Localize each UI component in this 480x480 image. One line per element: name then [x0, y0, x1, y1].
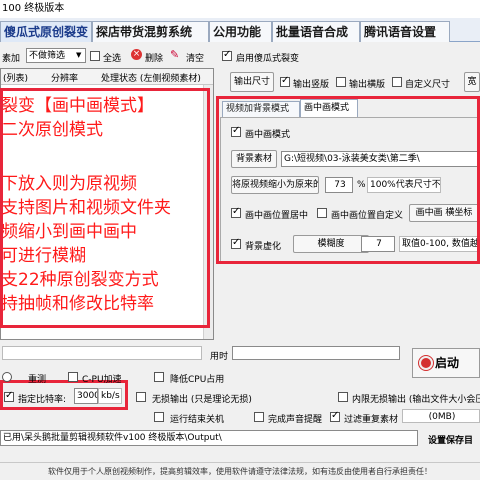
- sound-label: 完成声音提醒: [268, 415, 323, 425]
- set-path-label[interactable]: 设置保存目: [428, 433, 473, 446]
- bitrate-checkbox[interactable]: [4, 390, 14, 402]
- gpu-checkbox[interactable]: [68, 372, 78, 382]
- lower-cpu-label: 降低CPU占用: [170, 375, 225, 385]
- output-size-button[interactable]: 输出尺寸: [230, 72, 274, 92]
- bitrate-input[interactable]: 3000: [74, 388, 98, 404]
- sound-checkbox[interactable]: [254, 412, 264, 422]
- select-all-label: 全选: [103, 54, 122, 64]
- shutdown-label: 运行结束关机: [170, 415, 225, 425]
- inner-lossless-label: 内限无损输出 (输出文件大小会压缩: [352, 395, 480, 405]
- skip-size: (0MB): [402, 409, 480, 423]
- chevron-down-icon[interactable]: ▼: [76, 51, 81, 59]
- start-button[interactable]: 启动: [412, 348, 480, 378]
- col-resolution[interactable]: 分辨率: [51, 72, 78, 87]
- list-header: (列表) 分辨率 处理状态 (左侧视频素材): [1, 69, 213, 85]
- progress-bar: [2, 346, 202, 360]
- record-icon: [419, 356, 433, 370]
- lossless-checkbox[interactable]: [136, 392, 146, 402]
- bitrate-unit: kb/s: [98, 388, 122, 404]
- bitrate-label: 指定比特率:: [18, 395, 67, 405]
- highlight-box-right: [216, 96, 480, 264]
- gpu-label: C-PU加速: [82, 375, 122, 385]
- tab-batch-tts[interactable]: 批量语音合成: [272, 21, 360, 42]
- lossless-label: 无损输出 (只是理论无损): [152, 395, 252, 405]
- landscape-label: 输出横版: [349, 80, 386, 90]
- tab-tencent-tts[interactable]: 腾讯语音设置: [360, 21, 450, 42]
- main-tabbar: 傻瓜式原创裂变 探店带货混剪系统 公用功能 批量语音合成 腾讯语音设置: [0, 18, 480, 42]
- highlight-box-left: [0, 88, 210, 328]
- portrait-label: 输出竖版: [293, 80, 330, 90]
- tab-fool-fission[interactable]: 傻瓜式原创裂变: [0, 21, 92, 42]
- shutdown-checkbox[interactable]: [154, 412, 164, 422]
- select-all-checkbox[interactable]: [90, 51, 100, 61]
- clear-label[interactable]: 清空: [186, 51, 204, 64]
- toolbar: 素加 不做筛选 ▼ 全选 × 删除 ✎ 清空 启用傻瓜式裂变: [0, 44, 480, 68]
- landscape-checkbox[interactable]: [336, 77, 346, 87]
- footer-disclaimer: 软件仅用于个人原创视频制作，提高剪辑效率，使用软件请遵守法律法规，如有违反由使用…: [0, 462, 480, 480]
- lower-cpu-checkbox[interactable]: [154, 372, 164, 382]
- custom-size-label: 自定义尺寸: [405, 80, 451, 90]
- col-list[interactable]: (列表): [3, 72, 28, 87]
- inner-lossless-checkbox[interactable]: [338, 392, 348, 402]
- tab-store-mix[interactable]: 探店带货混剪系统: [92, 21, 209, 42]
- detect-icon[interactable]: [2, 372, 12, 382]
- time-field: [232, 346, 400, 360]
- col-status[interactable]: 处理状态 (左侧视频素材): [101, 72, 201, 87]
- output-path-input[interactable]: 已用\呆头鹅批量剪辑视频软件v100 终极版本\Output\: [0, 430, 418, 446]
- broom-icon[interactable]: ✎: [170, 48, 179, 61]
- enable-fission-checkbox[interactable]: [222, 49, 232, 61]
- delete-icon[interactable]: ×: [131, 49, 142, 60]
- tab-common[interactable]: 公用功能: [209, 21, 272, 42]
- skip-duplicate-checkbox[interactable]: [330, 410, 340, 422]
- delete-label[interactable]: 删除: [145, 51, 163, 64]
- window-title: 100 终极版本: [0, 0, 480, 18]
- add-material-label[interactable]: 素加: [2, 51, 20, 64]
- portrait-checkbox[interactable]: [280, 75, 290, 87]
- custom-size-checkbox[interactable]: [392, 77, 402, 87]
- width-button[interactable]: 宽: [464, 72, 480, 92]
- enable-fission-label: 启用傻瓜式裂变: [236, 54, 300, 64]
- skip-duplicate-label: 过滤重复素材: [344, 415, 399, 425]
- time-label: 用时: [210, 352, 229, 362]
- start-label: 启动: [435, 356, 460, 370]
- bottom-panel: 用时 启动 重测 C-PU加速 降低CPU占用 指定比特率: 3000 kb/s…: [0, 340, 480, 480]
- detect-label[interactable]: 重测: [28, 372, 46, 385]
